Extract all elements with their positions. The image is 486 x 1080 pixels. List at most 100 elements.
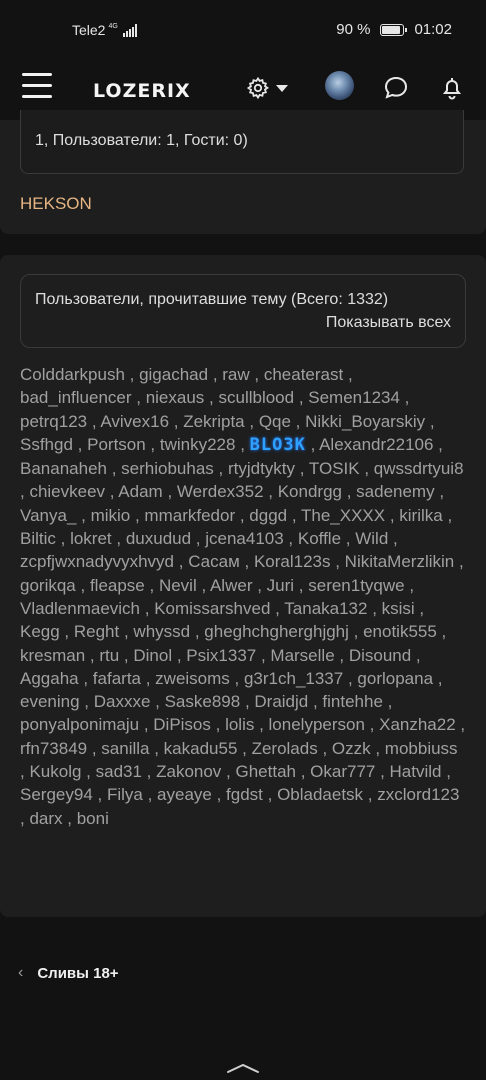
reader-user-link[interactable]: gheghchgherghjghj xyxy=(204,622,349,641)
reader-user-link[interactable]: Kondrgg xyxy=(278,482,342,501)
reader-user-link[interactable]: qwssdrtyui8 xyxy=(374,459,464,478)
reader-user-link[interactable]: rtyjdtykty xyxy=(228,459,295,478)
reader-user-link[interactable]: Hatvild xyxy=(390,762,442,781)
reader-user-link[interactable]: Okar777 xyxy=(310,762,375,781)
reader-user-link[interactable]: Alexandr22106 xyxy=(319,435,433,454)
reader-user-link[interactable]: Reght xyxy=(74,622,119,641)
reader-user-link[interactable]: TOSIK xyxy=(309,459,360,478)
reader-user-link[interactable]: Disound xyxy=(349,646,411,665)
reader-user-link[interactable]: bad_influencer xyxy=(20,388,132,407)
reader-user-link[interactable]: petrq123 xyxy=(20,412,87,431)
reader-user-link[interactable]: Alwer xyxy=(210,576,253,595)
reader-user-link[interactable]: Zakonov xyxy=(156,762,221,781)
reader-user-link[interactable]: cheaterast xyxy=(264,365,343,384)
reader-user-link[interactable]: Xanzha22 xyxy=(379,715,456,734)
menu-icon[interactable] xyxy=(22,73,52,99)
reader-user-link[interactable]: fleapse xyxy=(90,576,145,595)
reader-user-link[interactable]: NikitaMerzlikin xyxy=(345,552,455,571)
reader-user-link[interactable]: lonelyperson xyxy=(269,715,365,734)
reader-user-link[interactable]: kresman xyxy=(20,646,85,665)
reader-user-link[interactable]: Vanya_ xyxy=(20,506,76,525)
reader-user-link[interactable]: ksisi xyxy=(382,599,415,618)
reader-user-link[interactable]: evening xyxy=(20,692,80,711)
reader-user-link[interactable]: gorikqa xyxy=(20,576,76,595)
reader-user-link[interactable]: zxclord123 xyxy=(377,785,459,804)
reader-user-link[interactable]: g3r1ch_1337 xyxy=(244,669,343,688)
reader-user-link[interactable]: Kukolg xyxy=(29,762,81,781)
reader-user-link[interactable]: raw xyxy=(222,365,249,384)
reader-user-link[interactable]: Aggaha xyxy=(20,669,79,688)
reader-user-link[interactable]: chievkeev xyxy=(29,482,105,501)
reader-user-link[interactable]: lokret xyxy=(70,529,112,548)
reader-user-link[interactable]: lolis xyxy=(225,715,254,734)
reader-user-link[interactable]: dggd xyxy=(249,506,287,525)
reader-user-link[interactable]: Bananaheh xyxy=(20,459,107,478)
reader-user-link[interactable]: Adam xyxy=(118,482,162,501)
reader-user-link[interactable]: Nikki_Boyarskiy xyxy=(305,412,425,431)
reader-user-link[interactable]: Nevil xyxy=(159,576,197,595)
reader-user-link[interactable]: Marselle xyxy=(270,646,334,665)
online-user-link[interactable]: HEKSON xyxy=(20,194,92,214)
reader-user-link[interactable]: kakadu55 xyxy=(164,739,238,758)
site-logo[interactable]: LOZERIX xyxy=(93,80,191,102)
reader-user-link[interactable]: Kegg xyxy=(20,622,60,641)
reader-user-link[interactable]: Wild xyxy=(355,529,388,548)
chevron-up-icon[interactable] xyxy=(226,1062,260,1074)
reader-user-link[interactable]: Zerolads xyxy=(252,739,318,758)
reader-user-link[interactable]: gorlopana xyxy=(357,669,433,688)
reader-user-link[interactable]: zweisoms xyxy=(155,669,230,688)
reader-user-link[interactable]: The_XXXX xyxy=(301,506,385,525)
reader-user-link[interactable]: Koffle xyxy=(298,529,341,548)
reader-user-link[interactable]: Сасам xyxy=(188,552,240,571)
reader-user-link[interactable]: enotik555 xyxy=(363,622,437,641)
reader-user-link[interactable]: Qqe xyxy=(259,412,291,431)
reader-user-link[interactable]: rfn73849 xyxy=(20,739,87,758)
reader-user-link[interactable]: Ssfhgd xyxy=(20,435,73,454)
reader-user-link[interactable]: fintehhe xyxy=(322,692,383,711)
reader-user-link[interactable]: ponyalponimaju xyxy=(20,715,139,734)
reader-user-link[interactable]: ayeaye xyxy=(157,785,212,804)
bell-icon[interactable] xyxy=(438,74,466,102)
settings-button[interactable] xyxy=(246,75,296,101)
reader-user-link[interactable]: serhiobuhas xyxy=(121,459,214,478)
reader-user-link[interactable]: boni xyxy=(77,809,109,828)
reader-user-link[interactable]: Portson xyxy=(87,435,146,454)
reader-user-link[interactable]: Saske898 xyxy=(165,692,241,711)
reader-user-link[interactable]: zcpfjwxnadyvyxhvyd xyxy=(20,552,174,571)
reader-user-link[interactable]: seren1tyqwe xyxy=(308,576,404,595)
reader-user-link[interactable]: sadenemy xyxy=(356,482,434,501)
reader-user-link[interactable]: whyssd xyxy=(133,622,190,641)
reader-user-link[interactable]: Dinol xyxy=(133,646,172,665)
reader-user-link[interactable]: Werdex352 xyxy=(177,482,264,501)
reader-user-link[interactable]: Tanaka132 xyxy=(284,599,367,618)
reader-user-link[interactable]: Sergey94 xyxy=(20,785,93,804)
reader-user-link[interactable]: rtu xyxy=(99,646,119,665)
reader-user-link[interactable]: darx xyxy=(29,809,62,828)
reader-user-link[interactable]: Komissarshved xyxy=(154,599,270,618)
reader-user-link[interactable]: Psix1337 xyxy=(186,646,256,665)
reader-user-link[interactable]: DiPisos xyxy=(153,715,211,734)
reader-user-link[interactable]: niexaus xyxy=(146,388,205,407)
reader-user-link[interactable]: Daxxxe xyxy=(94,692,151,711)
reader-user-link[interactable]: Filya xyxy=(107,785,143,804)
reader-user-link[interactable]: duxudud xyxy=(126,529,191,548)
reader-user-link[interactable]: Ozzk xyxy=(332,739,371,758)
breadcrumb[interactable]: ‹ Сливы 18+ xyxy=(18,964,119,982)
reader-user-link[interactable]: Ghettah xyxy=(235,762,296,781)
reader-user-link[interactable]: jcena4103 xyxy=(205,529,283,548)
chat-icon[interactable] xyxy=(382,74,410,102)
reader-user-link[interactable]: fafarta xyxy=(93,669,141,688)
reader-user-link[interactable]: twinky228 xyxy=(160,435,236,454)
reader-user-link[interactable]: Colddarkpush xyxy=(20,365,125,384)
reader-user-link[interactable]: Vladlenmaevich xyxy=(20,599,140,618)
reader-user-link[interactable]: sanilla xyxy=(101,739,149,758)
reader-user-link[interactable]: mobbiuss xyxy=(385,739,458,758)
reader-user-link[interactable]: gigachad xyxy=(139,365,208,384)
reader-user-link[interactable]: Koral123s xyxy=(254,552,331,571)
reader-user-link[interactable]: scullblood xyxy=(218,388,294,407)
avatar[interactable] xyxy=(325,71,354,100)
reader-user-link[interactable]: Draidjd xyxy=(254,692,308,711)
reader-user-link[interactable]: BLO3K xyxy=(250,435,306,455)
reader-user-link[interactable]: Avivex16 xyxy=(100,412,169,431)
show-all-link[interactable]: Показывать всех xyxy=(326,314,451,332)
